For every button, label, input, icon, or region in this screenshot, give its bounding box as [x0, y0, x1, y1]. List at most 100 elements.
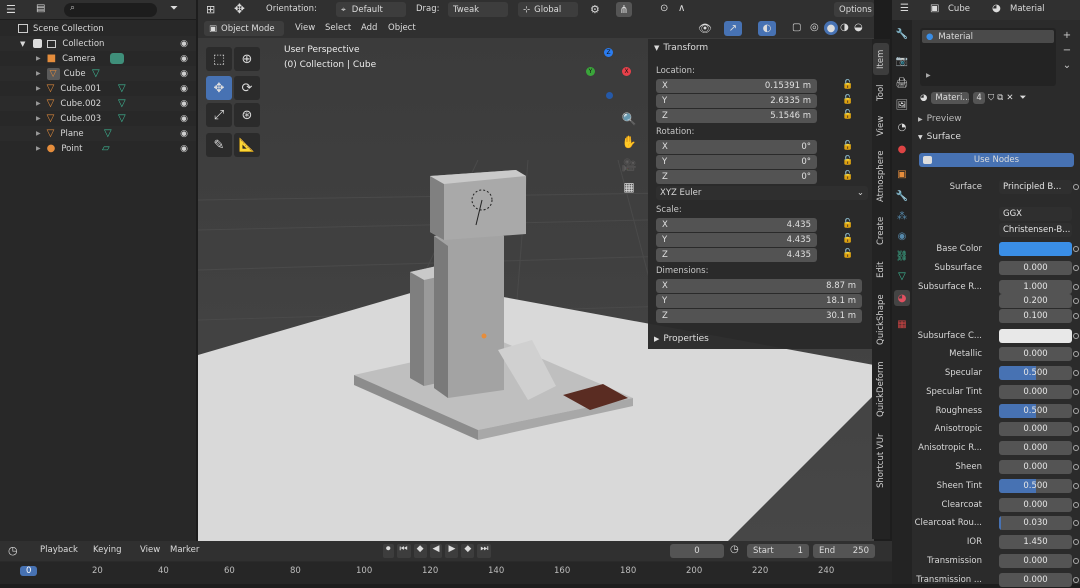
- socket-icon[interactable]: [1073, 370, 1079, 376]
- render-tab-icon[interactable]: 📷: [894, 53, 910, 69]
- outliner-row-point[interactable]: ▶ ● Point ▱ ◉: [0, 141, 196, 156]
- end-frame-field[interactable]: End 250: [813, 544, 875, 558]
- outliner-row-scene-collection[interactable]: Scene Collection: [0, 21, 196, 36]
- zoom-button[interactable]: 🔍: [618, 108, 640, 130]
- ortho-toggle-button[interactable]: ▦: [618, 176, 640, 198]
- subsurface-color-swatch[interactable]: [999, 329, 1072, 343]
- transform-space-dropdown[interactable]: ⊹ Global: [518, 2, 578, 17]
- material-field-value[interactable]: 0.100: [999, 309, 1072, 323]
- menu-keying[interactable]: Keying: [93, 545, 122, 555]
- search-input[interactable]: ⌕: [64, 3, 157, 17]
- material-field-value[interactable]: 0.500: [999, 479, 1072, 493]
- editor-type-icon[interactable]: ◷: [8, 544, 18, 557]
- outliner-row-cube002[interactable]: ▶ ▽ Cube.002 ▽ ◉: [0, 96, 196, 111]
- expand-arrow-icon[interactable]: ▶: [36, 145, 41, 152]
- unlink-icon[interactable]: ✕: [1006, 93, 1013, 103]
- distribution-dropdown[interactable]: GGX: [999, 207, 1072, 221]
- frame-ruler[interactable]: 0 20 40 60 80 100 120 140 160 180 200 220 240: [0, 562, 892, 584]
- scale-y-field[interactable]: Y 4.435: [656, 233, 817, 247]
- editor-type-icon[interactable]: ☰: [900, 3, 909, 14]
- tab-edit[interactable]: Edit: [873, 255, 889, 285]
- visibility-eye-icon[interactable]: ◉: [180, 129, 188, 139]
- select-box-tool[interactable]: ⬚: [206, 47, 232, 71]
- display-mode-icon[interactable]: ▤: [36, 3, 45, 14]
- scale-x-field[interactable]: X 4.435: [656, 218, 817, 232]
- location-x-field[interactable]: X 0.15391 m: [656, 79, 817, 93]
- socket-icon[interactable]: [1073, 313, 1079, 319]
- material-field-value[interactable]: 1.450: [999, 535, 1072, 549]
- tab-shortcut-vur[interactable]: Shortcut VUr: [873, 427, 889, 495]
- material-field-value[interactable]: 0.000: [999, 347, 1072, 361]
- lock-icon[interactable]: 🔓: [842, 171, 853, 181]
- location-z-field[interactable]: Z 5.1546 m: [656, 109, 817, 123]
- texture-tab-icon[interactable]: ▦: [894, 316, 910, 332]
- expand-arrow-icon[interactable]: ▼: [20, 40, 25, 48]
- output-tab-icon[interactable]: 🖨: [894, 75, 910, 91]
- material-slot-item[interactable]: ● Material: [922, 30, 1054, 43]
- material-field-value[interactable]: 0.000: [999, 554, 1072, 568]
- rotation-mode-dropdown[interactable]: XYZ Euler ⌄: [656, 186, 868, 200]
- scale-z-field[interactable]: Z 4.435: [656, 248, 817, 262]
- pan-button[interactable]: ✋: [618, 131, 640, 153]
- fake-user-icon[interactable]: ⛉: [988, 93, 994, 103]
- data-tab-icon[interactable]: ▽: [894, 268, 910, 284]
- xray-icon[interactable]: ▢: [792, 22, 801, 33]
- visibility-icon[interactable]: 👁: [698, 22, 712, 35]
- use-nodes-button[interactable]: Use Nodes: [919, 153, 1074, 167]
- slot-menu-icon[interactable]: ⌄: [1060, 58, 1074, 73]
- lock-icon[interactable]: 🔓: [842, 156, 853, 166]
- move-tool[interactable]: ✥: [206, 76, 232, 100]
- dimension-x-field[interactable]: X 8.87 m: [656, 279, 862, 293]
- tab-atmosphere[interactable]: Atmosphere: [873, 145, 889, 207]
- lock-icon[interactable]: 🔓: [842, 141, 853, 151]
- jump-start-icon[interactable]: ⏮: [396, 544, 411, 558]
- dimension-y-field[interactable]: Y 18.1 m: [656, 294, 862, 308]
- material-field-value[interactable]: 0.030: [999, 516, 1072, 530]
- tab-quickdeform[interactable]: QuickDeform: [873, 355, 889, 423]
- socket-icon[interactable]: [1073, 558, 1079, 564]
- drag-dropdown[interactable]: Tweak: [448, 2, 508, 17]
- scene-tab-icon[interactable]: ◔: [894, 119, 910, 135]
- socket-icon[interactable]: [1073, 284, 1079, 290]
- clock-icon[interactable]: ◷: [730, 544, 739, 555]
- visibility-eye-icon[interactable]: ◉: [180, 114, 188, 124]
- socket-icon[interactable]: [1073, 265, 1079, 271]
- socket-icon[interactable]: [1073, 502, 1079, 508]
- socket-icon[interactable]: [1073, 483, 1079, 489]
- gizmo-y-axis[interactable]: Y: [586, 67, 595, 76]
- tab-view[interactable]: View: [873, 111, 889, 141]
- cursor-tool[interactable]: ⊕: [234, 47, 260, 71]
- lock-icon[interactable]: 🔓: [842, 110, 853, 120]
- prev-keyframe-icon[interactable]: ◆: [413, 544, 427, 558]
- material-shading-icon[interactable]: ◑: [840, 22, 849, 33]
- menu-playback[interactable]: Playback: [40, 545, 78, 555]
- socket-icon[interactable]: [1073, 389, 1079, 395]
- socket-icon[interactable]: [1073, 539, 1079, 545]
- surface-shader-dropdown[interactable]: Principled B...: [999, 180, 1072, 194]
- rotation-z-field[interactable]: Z 0°: [656, 170, 817, 184]
- tab-quickshape[interactable]: QuickShape: [873, 289, 889, 351]
- properties-section[interactable]: ▶ Properties: [654, 334, 709, 344]
- constraints-tab-icon[interactable]: ⛓: [894, 248, 910, 264]
- start-frame-field[interactable]: Start 1: [747, 544, 809, 558]
- material-field-value[interactable]: 0.000: [999, 385, 1072, 399]
- expand-arrow-icon[interactable]: ▶: [36, 115, 41, 122]
- menu-view[interactable]: View: [295, 23, 315, 33]
- outliner-row-cube001[interactable]: ▶ ▽ Cube.001 ▽ ◉: [0, 81, 196, 96]
- tab-item[interactable]: Item: [873, 43, 889, 75]
- tool-tab-icon[interactable]: 🔧: [894, 26, 910, 42]
- socket-icon[interactable]: [1073, 445, 1079, 451]
- camera-view-button[interactable]: 🎥: [618, 154, 640, 176]
- rotate-tool[interactable]: ⟳: [234, 76, 260, 100]
- material-field-value[interactable]: 0.000: [999, 261, 1072, 275]
- play-icon[interactable]: ▶: [445, 544, 459, 558]
- tab-create[interactable]: Create: [873, 211, 889, 251]
- rotation-x-field[interactable]: X 0°: [656, 140, 817, 154]
- socket-icon[interactable]: [1073, 351, 1079, 357]
- visibility-eye-icon[interactable]: ◉: [180, 144, 188, 154]
- subsurface-method-dropdown[interactable]: Christensen-B...: [999, 223, 1072, 237]
- gizmo-neg-z[interactable]: [606, 92, 613, 99]
- visibility-eye-icon[interactable]: ◉: [180, 99, 188, 109]
- socket-icon[interactable]: [1073, 184, 1079, 190]
- orientation-dropdown[interactable]: ⌖ Default: [336, 2, 406, 17]
